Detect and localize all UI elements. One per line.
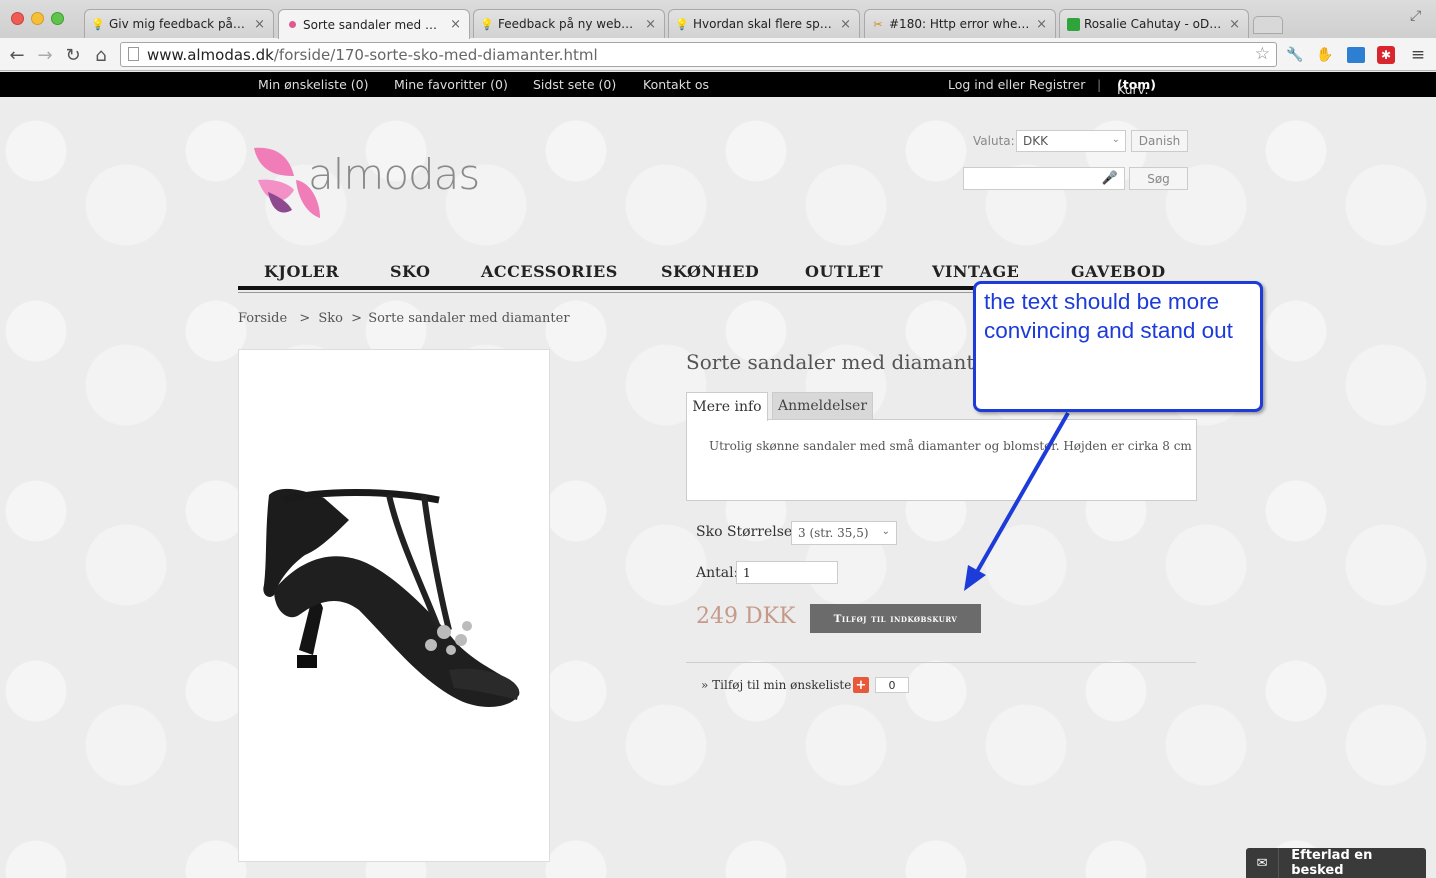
currency-select[interactable]: DKK ⌄ — [1016, 130, 1126, 152]
minimize-window-button[interactable] — [31, 12, 44, 25]
nav-skonhed[interactable]: SKØNHED — [661, 262, 759, 281]
lightbulb-icon: 💡 — [675, 17, 689, 31]
chevron-down-icon: ⌄ — [1111, 134, 1120, 145]
google-plus-count: 0 — [875, 677, 909, 693]
bookmark-star-icon[interactable]: ☆ — [1255, 44, 1270, 64]
description-panel: Utrolig skønne sandaler med små diamante… — [686, 419, 1197, 501]
home-icon[interactable]: ⌂ — [90, 44, 112, 66]
new-tab-button[interactable] — [1253, 16, 1283, 34]
breadcrumb: Forside > Sko > Sorte sandaler med diama… — [238, 311, 570, 326]
wrench-icon[interactable]: 🔧 — [1285, 45, 1305, 65]
microphone-icon[interactable]: 🎤 — [1102, 171, 1118, 186]
page-icon — [128, 47, 139, 61]
google-plus-icon[interactable]: + — [853, 677, 869, 693]
size-select[interactable]: 3 (str. 35,5) ⌄ — [791, 521, 897, 545]
site-top-bar: Min ønskeliste (0) Mine favoritter (0) S… — [0, 72, 1436, 97]
nav-kjoler[interactable]: KJOLER — [264, 262, 339, 281]
tools-icon: ✂ — [873, 17, 883, 31]
sandal-image — [263, 488, 520, 707]
tab-more-info[interactable]: Mere info — [686, 392, 768, 421]
wishlist-link[interactable]: Min ønskeliste (0) — [258, 77, 368, 92]
tab-odesk[interactable]: Rosalie Cahutay - oDesk × — [1059, 9, 1249, 38]
address-bar[interactable]: www.almodas.dk/forside/170-sorte-sko-med… — [120, 42, 1277, 67]
close-tab-icon[interactable]: × — [254, 17, 265, 32]
topbar-separator: | — [1097, 77, 1102, 92]
close-tab-icon[interactable]: × — [645, 17, 656, 32]
cart-link[interactable]: Kurv: (tom) — [1117, 77, 1156, 97]
product-price: 249 DKK — [696, 604, 796, 629]
nav-sko[interactable]: SKO — [390, 262, 430, 281]
almodas-logo[interactable]: almodas — [250, 140, 485, 222]
contact-link[interactable]: Kontakt os — [643, 77, 709, 92]
back-arrow-icon[interactable]: ← — [6, 44, 28, 66]
addon-red-icon[interactable]: ✱ — [1376, 45, 1396, 65]
add-to-wishlist-link[interactable]: » Tilføj til min ønskeliste — [701, 678, 851, 692]
search-input[interactable]: 🎤 — [963, 167, 1125, 190]
tab-current-product[interactable]: Sorte sandaler med diamar× — [278, 9, 470, 39]
recently-viewed-link[interactable]: Sidst sete (0) — [533, 77, 616, 92]
breadcrumb-current: Sorte sandaler med diamanter — [368, 311, 570, 326]
product-title: Sorte sandaler med diamanter — [686, 350, 996, 374]
product-description: Utrolig skønne sandaler med små diamante… — [709, 439, 1192, 453]
product-image[interactable] — [238, 349, 550, 862]
favorites-link[interactable]: Mine favoritter (0) — [394, 77, 508, 92]
site-favicon-icon — [285, 18, 299, 32]
nav-gavebod[interactable]: GAVEBOD — [1071, 262, 1166, 281]
forward-arrow-icon[interactable]: → — [34, 44, 56, 66]
reload-icon[interactable]: ↻ — [62, 44, 84, 66]
breadcrumb-home[interactable]: Forside — [238, 311, 287, 326]
leave-message-widget[interactable]: ✉ Efterlad en besked — [1246, 848, 1426, 878]
fullscreen-icon[interactable]: ⤢ — [1410, 8, 1421, 24]
close-tab-icon[interactable]: × — [1229, 17, 1240, 32]
extension-icon[interactable]: ✋ — [1315, 45, 1335, 65]
odesk-icon — [1066, 17, 1080, 31]
close-window-button[interactable] — [11, 12, 24, 25]
screen-capture-icon[interactable] — [1346, 45, 1366, 65]
lightbulb-icon: 💡 — [480, 17, 494, 31]
close-tab-icon[interactable]: × — [450, 17, 461, 32]
close-tab-icon[interactable]: × — [1036, 17, 1047, 32]
add-to-cart-button[interactable]: Tilføj til indkøbskurv — [810, 604, 981, 633]
quantity-label: Antal: — [696, 565, 739, 581]
close-tab-icon[interactable]: × — [840, 17, 851, 32]
language-button[interactable]: Danish — [1131, 130, 1188, 152]
login-register-link[interactable]: Log ind eller Registrer — [948, 77, 1085, 92]
menu-icon[interactable]: ≡ — [1408, 45, 1428, 65]
chevron-down-icon: ⌄ — [881, 526, 890, 537]
zoom-window-button[interactable] — [51, 12, 64, 25]
size-label: Sko Størrelse : — [696, 524, 802, 540]
nav-vintage[interactable]: VINTAGE — [932, 262, 1019, 281]
tab-languages[interactable]: 💡 Hvordan skal flere sprog p× — [668, 9, 860, 38]
divider — [686, 662, 1196, 663]
nav-outlet[interactable]: OUTLET — [805, 262, 883, 281]
lightbulb-icon: 💡 — [91, 17, 105, 31]
annotation-arrow — [964, 412, 1070, 591]
nav-accessories[interactable]: ACCESSORIES — [481, 262, 618, 281]
envelope-icon: ✉ — [1246, 848, 1280, 878]
tab-feedback-1[interactable]: 💡 Giv mig feedback på min w× — [84, 9, 274, 38]
search-button[interactable]: Søg — [1129, 167, 1188, 190]
breadcrumb-category[interactable]: Sko — [318, 311, 343, 326]
tab-feedback-2[interactable]: 💡 Feedback på ny webshop -× — [473, 9, 665, 38]
tab-reviews[interactable]: Anmeldelser — [772, 392, 873, 420]
tab-http-error[interactable]: ✂ #180: Http error when upl× — [864, 9, 1056, 38]
quantity-input[interactable]: 1 — [736, 561, 838, 584]
annotation-callout: the text should be more convincing and s… — [973, 281, 1263, 412]
